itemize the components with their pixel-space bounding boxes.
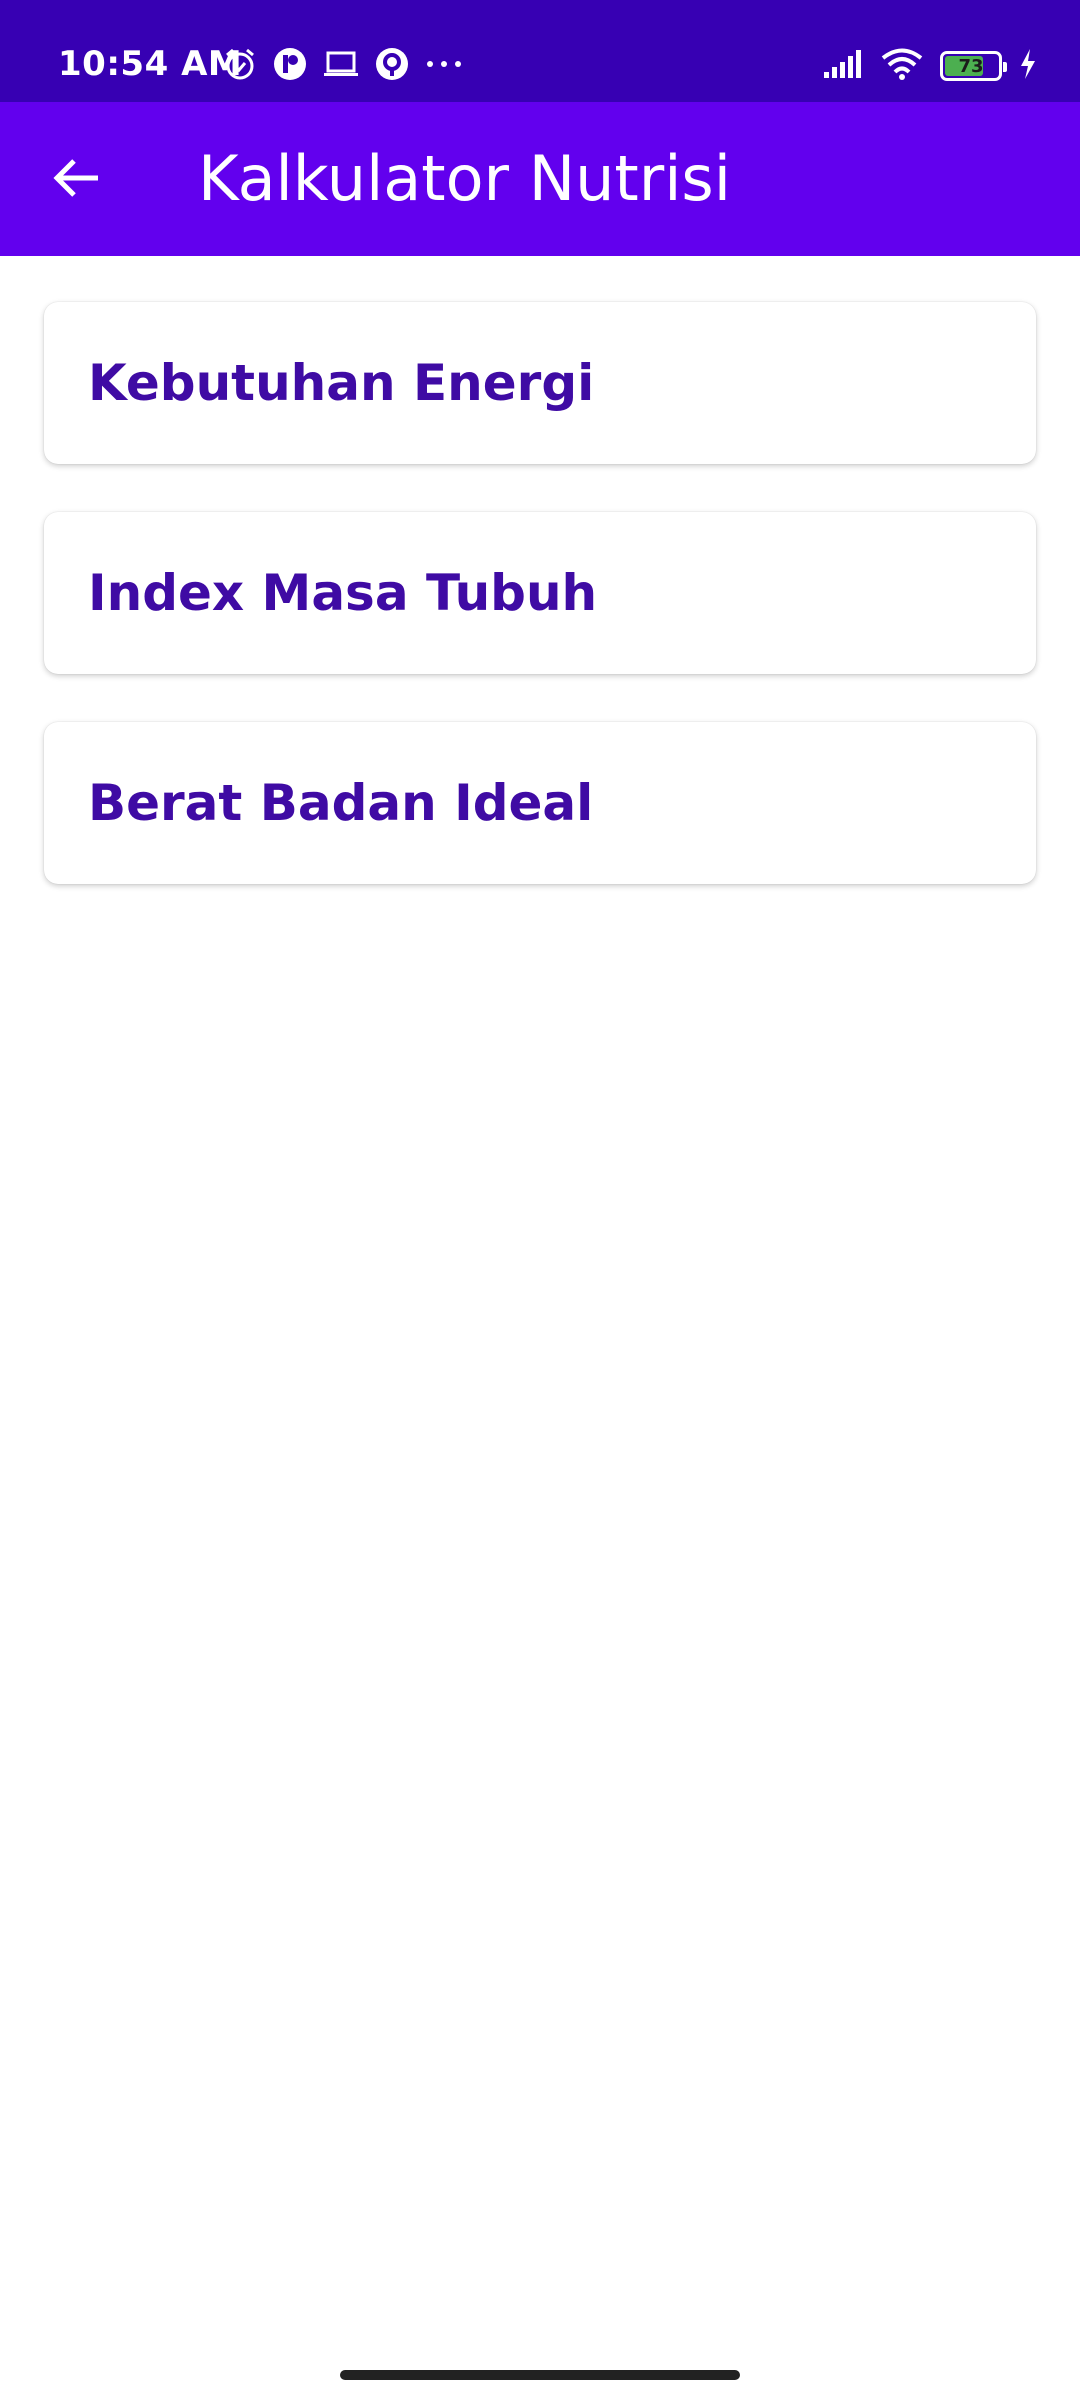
menu-list: Kebutuhan Energi Index Masa Tubuh Berat … <box>44 302 1036 932</box>
menu-card-label: Berat Badan Ideal <box>88 774 594 832</box>
menu-card-label: Kebutuhan Energi <box>88 354 595 412</box>
arrow-back-icon <box>50 152 102 208</box>
wifi-icon <box>880 47 924 85</box>
more-dots-icon <box>424 46 464 86</box>
page-title: Kalkulator Nutrisi <box>198 142 731 215</box>
signal-icon <box>822 48 864 84</box>
menu-card-label: Index Masa Tubuh <box>88 564 598 622</box>
status-icons-right: 73 <box>822 46 1038 86</box>
battery-tip <box>1003 62 1007 72</box>
charging-icon <box>1018 48 1038 84</box>
status-icons-left <box>222 46 464 86</box>
laptop-icon <box>322 46 360 86</box>
app-bar: Kalkulator Nutrisi <box>0 102 1080 256</box>
status-time: 10:54 AM <box>58 44 243 84</box>
gesture-navigation-bar[interactable] <box>340 2370 740 2380</box>
alarm-icon <box>222 46 258 86</box>
battery-icon: 73 <box>940 51 1007 81</box>
menu-card-berat-badan-ideal[interactable]: Berat Badan Ideal <box>44 722 1036 884</box>
screen: 10:54 AM 73 Kalkulator Nutrisi Kebutuhan… <box>0 0 1080 2400</box>
menu-card-kebutuhan-energi[interactable]: Kebutuhan Energi <box>44 302 1036 464</box>
location-app-icon <box>374 46 410 86</box>
battery-level: 73 <box>958 55 984 77</box>
app-notification-icon <box>272 46 308 86</box>
menu-card-index-masa-tubuh[interactable]: Index Masa Tubuh <box>44 512 1036 674</box>
back-button[interactable] <box>36 140 116 220</box>
status-bar: 10:54 AM 73 <box>0 0 1080 102</box>
